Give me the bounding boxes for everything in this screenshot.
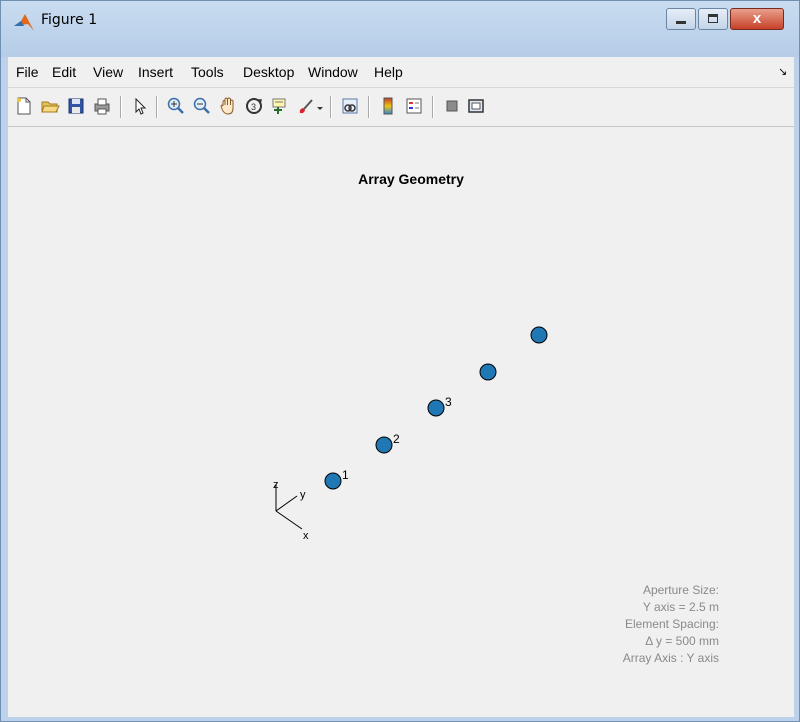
menu-file[interactable]: File xyxy=(16,64,39,80)
aperture-size-heading: Aperture Size: xyxy=(642,583,719,597)
pan-icon[interactable] xyxy=(218,96,238,116)
window-title: Figure 1 xyxy=(41,12,98,28)
toolbar-separator xyxy=(120,96,122,118)
toolbar-separator xyxy=(432,96,434,118)
data-cursor-icon[interactable] xyxy=(270,96,290,116)
open-file-icon[interactable] xyxy=(40,96,60,116)
brush-icon[interactable] xyxy=(296,96,316,116)
pointer-icon[interactable] xyxy=(130,96,150,116)
aperture-size-value: Y axis = 2.5 m xyxy=(642,600,719,614)
save-icon[interactable] xyxy=(66,96,86,116)
array-element-5 xyxy=(530,326,548,344)
title-bar[interactable]: Figure 1 x xyxy=(1,1,799,57)
element-label-2: 2 xyxy=(393,432,400,446)
element-label-1: 1 xyxy=(342,468,349,482)
z-axis-label: z xyxy=(273,479,279,491)
array-info-annotation: Aperture Size: Y axis = 2.5 m Element Sp… xyxy=(623,582,719,667)
matlab-logo-icon xyxy=(14,14,34,31)
figure-window: Figure 1 x File Edit View Insert Tools D… xyxy=(0,0,800,722)
menu-desktop[interactable]: Desktop xyxy=(243,64,294,80)
array-axis-value: Array Axis : Y axis xyxy=(622,651,719,665)
minimize-icon xyxy=(676,21,686,24)
toolbar-separator xyxy=(368,96,370,118)
menu-insert[interactable]: Insert xyxy=(138,64,173,80)
element-spacing-value: Δ y = 500 mm xyxy=(645,634,719,648)
brush-dropdown-icon[interactable] xyxy=(315,96,325,116)
array-elements: 1 2 3 xyxy=(324,326,548,490)
maximize-button[interactable] xyxy=(698,8,728,30)
array-element-4 xyxy=(479,363,497,381)
minimize-button[interactable] xyxy=(666,8,696,30)
svg-text:3: 3 xyxy=(251,102,256,112)
zoom-out-icon[interactable] xyxy=(192,96,212,116)
menu-bar: File Edit View Insert Tools Desktop Wind… xyxy=(8,57,794,88)
print-icon[interactable] xyxy=(92,96,112,116)
toolbar-separator xyxy=(156,96,158,118)
close-icon: x xyxy=(752,10,762,27)
array-element-2 xyxy=(375,436,393,454)
colorbar-icon[interactable] xyxy=(378,96,398,116)
figure-canvas: Array Geometry z y x 123 Aperture Size: … xyxy=(8,127,794,717)
menu-window[interactable]: Window xyxy=(308,64,358,80)
menu-tools[interactable]: Tools xyxy=(191,64,224,80)
axes-triad: z y x xyxy=(273,479,309,542)
hide-plot-tools-icon[interactable] xyxy=(442,96,462,116)
array-element-1 xyxy=(324,472,342,490)
toolbar: 3 xyxy=(8,88,794,127)
element-spacing-heading: Element Spacing: xyxy=(624,617,719,631)
array-element-3 xyxy=(427,399,445,417)
x-axis-label: x xyxy=(303,530,309,542)
legend-icon[interactable] xyxy=(404,96,424,116)
element-label-3: 3 xyxy=(445,395,452,409)
dock-arrow-icon[interactable]: ↘ xyxy=(778,65,787,78)
zoom-in-icon[interactable] xyxy=(166,96,186,116)
y-axis-label: y xyxy=(300,489,306,501)
x-axis-line xyxy=(275,510,303,530)
menu-edit[interactable]: Edit xyxy=(52,64,76,80)
menu-view[interactable]: View xyxy=(93,64,123,80)
menu-help[interactable]: Help xyxy=(374,64,403,80)
toolbar-separator xyxy=(330,96,332,118)
close-button[interactable]: x xyxy=(730,8,784,30)
new-figure-icon[interactable] xyxy=(14,96,34,116)
link-plot-icon[interactable] xyxy=(340,96,360,116)
rotate-3d-icon[interactable]: 3 xyxy=(244,96,264,116)
y-axis-line xyxy=(275,495,298,512)
maximize-icon xyxy=(708,14,718,23)
show-plot-tools-icon[interactable] xyxy=(466,96,486,116)
